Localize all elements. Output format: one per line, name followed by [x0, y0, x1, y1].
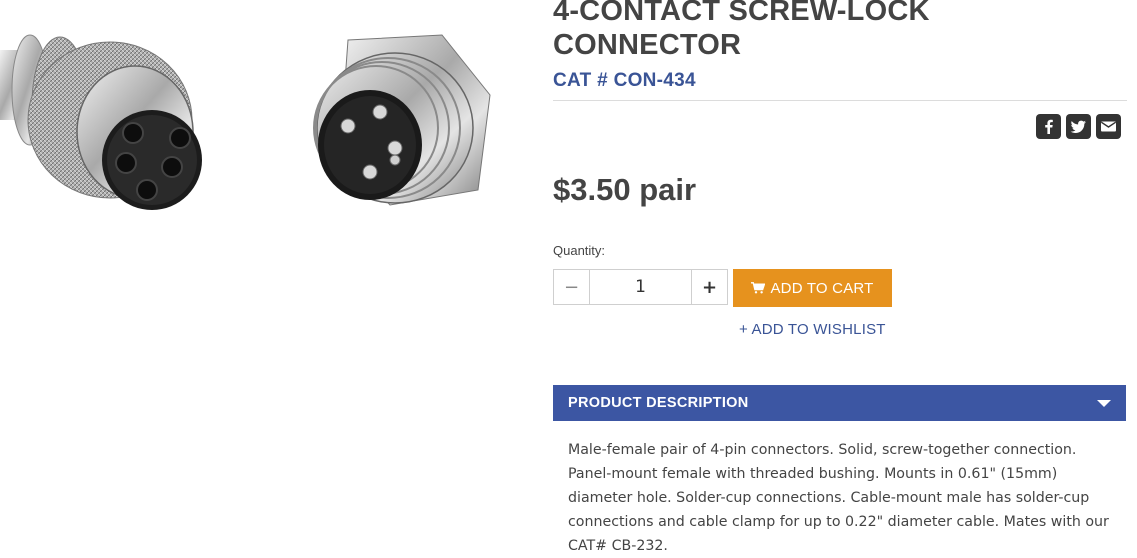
quantity-stepper: − +: [553, 269, 728, 305]
product-description-text: Male-female pair of 4-pin connectors. So…: [568, 442, 1109, 554]
shopping-cart-icon: [751, 282, 766, 294]
product-description-toggle[interactable]: PRODUCT DESCRIPTION: [553, 385, 1126, 421]
product-title: 4-CONTACT SCREW-LOCK CONNECTOR: [553, 0, 930, 61]
increment-button[interactable]: +: [691, 270, 727, 304]
catalog-number: CAT # CON-434: [553, 70, 696, 91]
add-to-cart-label: ADD TO CART: [770, 279, 874, 297]
add-to-cart-button[interactable]: ADD TO CART: [733, 269, 892, 307]
title-divider: [553, 100, 1127, 101]
quantity-label: Quantity:: [553, 243, 606, 258]
caret-down-icon: [1097, 400, 1111, 407]
email-icon: [1100, 121, 1117, 132]
add-to-wishlist-link[interactable]: + ADD TO WISHLIST: [739, 321, 886, 338]
email-share-button[interactable]: [1096, 114, 1121, 139]
decrement-button[interactable]: −: [554, 270, 590, 304]
twitter-share-button[interactable]: [1066, 114, 1091, 139]
male-connector-image: [313, 34, 491, 206]
facebook-share-button[interactable]: [1036, 114, 1061, 139]
quantity-input[interactable]: [591, 270, 690, 304]
twitter-icon: [1070, 120, 1086, 133]
product-description-header: PRODUCT DESCRIPTION: [568, 395, 749, 411]
product-image: [0, 34, 491, 210]
female-connector-image: [0, 34, 202, 210]
facebook-icon: [1045, 119, 1053, 134]
product-price: $3.50 pair: [553, 172, 697, 207]
